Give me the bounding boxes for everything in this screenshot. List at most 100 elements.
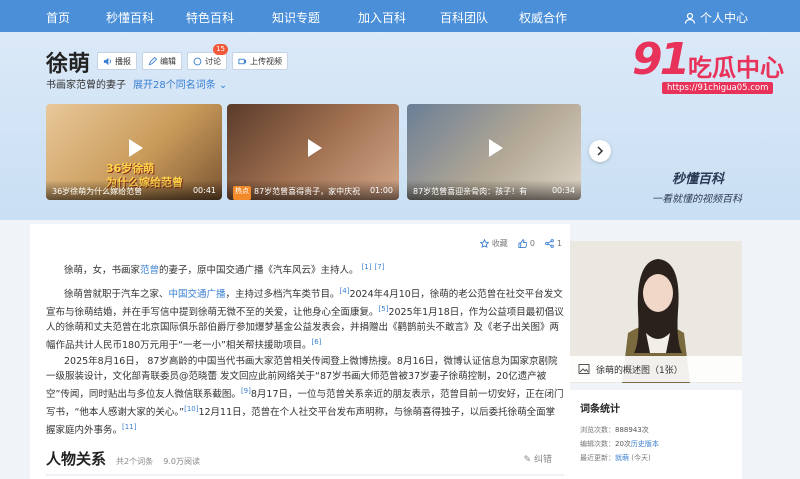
next-videos-button[interactable]	[589, 140, 611, 162]
video-card[interactable]: 36岁徐萌 为什么嫁给范曾 36岁徐萌为什么嫁给范曾 00:41	[46, 104, 222, 200]
site-logo: 91 吃瓜中心 https://91chigua05.com	[632, 34, 792, 102]
correction-button[interactable]: ✎ 纠错	[524, 452, 552, 465]
nav-cooperation[interactable]: 权威合作	[519, 9, 567, 26]
text-run: 徐萌，女，书画家	[64, 265, 141, 277]
link-china-traffic-radio[interactable]: 中国交通广播	[169, 289, 226, 300]
nav-team[interactable]: 百科团队	[440, 9, 488, 26]
hot-tag: 热点	[233, 186, 251, 200]
updater-link[interactable]: 就萌	[615, 454, 629, 462]
text-run: 的妻子，原中国交通广播《汽车风云》主持人。	[159, 265, 359, 277]
expand-homonyms-link[interactable]: 展开28个同名词条 ⌄	[133, 76, 227, 91]
upload-video-button[interactable]: 上传视频	[232, 52, 288, 70]
history-link[interactable]: 历史版本	[631, 440, 659, 448]
discuss-button[interactable]: 讨论 15	[187, 44, 228, 70]
pencil-icon	[148, 56, 157, 65]
entry-subtitle: 书画家范曾的妻子	[46, 80, 126, 91]
miaodong-slogan: 一看就懂的视频百科	[652, 194, 742, 205]
nav-miaodong[interactable]: 秒懂百科	[106, 9, 154, 26]
image-icon	[578, 364, 590, 374]
video-icon	[238, 58, 247, 64]
nav-topics[interactable]: 知识专题	[272, 9, 320, 26]
like-button[interactable]: 0	[518, 239, 535, 248]
stats-value: (今天)	[631, 454, 651, 462]
citation[interactable]: [6]	[311, 338, 321, 346]
citation[interactable]: [7]	[375, 263, 385, 271]
link-fanzeng[interactable]: 范曾	[140, 265, 159, 276]
entry-actions: 收藏 0 1	[479, 238, 562, 249]
expand-homonyms-label: 展开28个同名词条	[133, 80, 216, 91]
stats-edits: 编辑次数：20次历史版本	[580, 437, 732, 451]
discuss-label: 讨论	[205, 56, 221, 66]
entry-stats: 词条统计 浏览次数：888943次 编辑次数：20次历史版本 最近更新：就萌 (…	[570, 390, 742, 479]
stats-label: 最近更新：	[580, 454, 615, 462]
video-caption: 热点 87岁范曾喜得贵子，家中庆祝 01:00	[227, 180, 399, 200]
entry-toolbar: 播报 编辑 讨论 15 上传视频	[97, 44, 288, 70]
paragraph: 2025年8月16日， 87岁高龄的中国当代书画大家范曾相关传闻登上微博热搜。8…	[46, 354, 564, 438]
photo-caption[interactable]: 徐萌的概述图（1张）	[570, 356, 742, 382]
share-icon	[545, 239, 554, 248]
correction-label: 纠错	[533, 455, 552, 465]
logo-number: 91	[632, 34, 690, 85]
pencil-icon: ✎	[523, 455, 532, 465]
section-divider	[46, 474, 564, 476]
video-duration: 00:41	[192, 186, 216, 195]
edit-button[interactable]: 编辑	[142, 52, 182, 70]
video-duration: 00:34	[551, 186, 575, 195]
stats-updated: 最近更新：就萌 (今天)	[580, 451, 732, 465]
video-card[interactable]: 87岁范曾喜迎亲骨肉：孩子！有 00:34	[407, 104, 581, 200]
collect-label: 收藏	[491, 239, 508, 248]
chevron-down-icon: ⌄	[218, 80, 228, 91]
citation[interactable]: [4]	[340, 287, 350, 295]
relations-views: 9.0万阅读	[163, 457, 200, 466]
video-card[interactable]: 热点 87岁范曾喜得贵子，家中庆祝 01:00	[227, 104, 399, 200]
logo-name: 吃瓜中心	[688, 54, 784, 82]
nav-home[interactable]: 首页	[46, 9, 70, 26]
share-button[interactable]: 1	[545, 239, 562, 248]
chevron-right-icon	[597, 146, 604, 156]
citation[interactable]: [10]	[184, 405, 198, 413]
stats-title: 词条统计	[580, 404, 620, 415]
video-title: 36岁徐萌为什么嫁给范曾	[52, 187, 143, 196]
speaker-icon	[103, 57, 111, 65]
citation[interactable]: [5]	[379, 305, 389, 313]
video-caption: 87岁范曾喜迎亲骨肉：孩子！有 00:34	[407, 180, 581, 200]
top-nav: 首页 秒懂百科 特色百科 知识专题 加入百科 百科团队 权威合作 个人中心	[0, 0, 800, 32]
stats-value: 888943次	[615, 426, 649, 434]
like-count: 0	[529, 239, 535, 248]
video-title-wrap: 热点 87岁范曾喜得贵子，家中庆祝	[233, 186, 363, 200]
user-icon	[684, 12, 696, 24]
video-title: 87岁范曾喜迎亲骨肉：孩子！有	[413, 187, 528, 196]
video-overlay-line: 36岁徐萌	[106, 162, 155, 175]
stats-label: 浏览次数：	[580, 426, 615, 434]
video-caption: 36岁徐萌为什么嫁给范曾 00:41	[46, 180, 222, 200]
page-title: 徐萌	[46, 52, 91, 77]
nav-featured[interactable]: 特色百科	[186, 9, 234, 26]
read-aloud-button[interactable]: 播报	[97, 52, 137, 70]
play-icon	[489, 139, 503, 157]
read-aloud-label: 播报	[115, 56, 131, 66]
user-center-link[interactable]: 个人中心	[684, 9, 748, 26]
relations-count: 共2个词条	[116, 457, 154, 466]
section-title-relations: 人物关系	[46, 450, 107, 468]
thumb-up-icon	[518, 239, 527, 248]
stats-views: 浏览次数：888943次	[580, 423, 732, 437]
play-icon	[129, 139, 143, 157]
collect-button[interactable]: 收藏	[479, 238, 508, 249]
video-duration: 01:00	[369, 186, 393, 195]
star-icon	[479, 239, 489, 248]
citation[interactable]: [9]	[241, 387, 251, 395]
upload-video-label: 上传视频	[250, 56, 282, 66]
entry-content: 收藏 0 1 徐萌，女，书画家范曾的妻子，原中国交通广播《汽车风云》主持人。 […	[30, 224, 570, 479]
citation[interactable]: [11]	[122, 423, 136, 431]
discuss-count-badge: 15	[213, 44, 228, 55]
text-run: ，主持过多档汽车类节目。	[225, 289, 340, 301]
play-icon	[308, 139, 322, 157]
stats-label: 编辑次数：	[580, 440, 615, 448]
user-center-label: 个人中心	[699, 11, 748, 25]
citation[interactable]: [1]	[362, 263, 372, 271]
relations-meta: 共2个词条 9.0万阅读	[116, 456, 200, 467]
miaodong-brand: 秒懂百科	[672, 172, 725, 187]
paragraph: 徐萌曾就职于汽车之家、中国交通广播，主持过多档汽车类节目。[4]2024年4月1…	[46, 284, 564, 353]
edit-label: 编辑	[160, 56, 176, 66]
nav-join[interactable]: 加入百科	[358, 9, 406, 26]
